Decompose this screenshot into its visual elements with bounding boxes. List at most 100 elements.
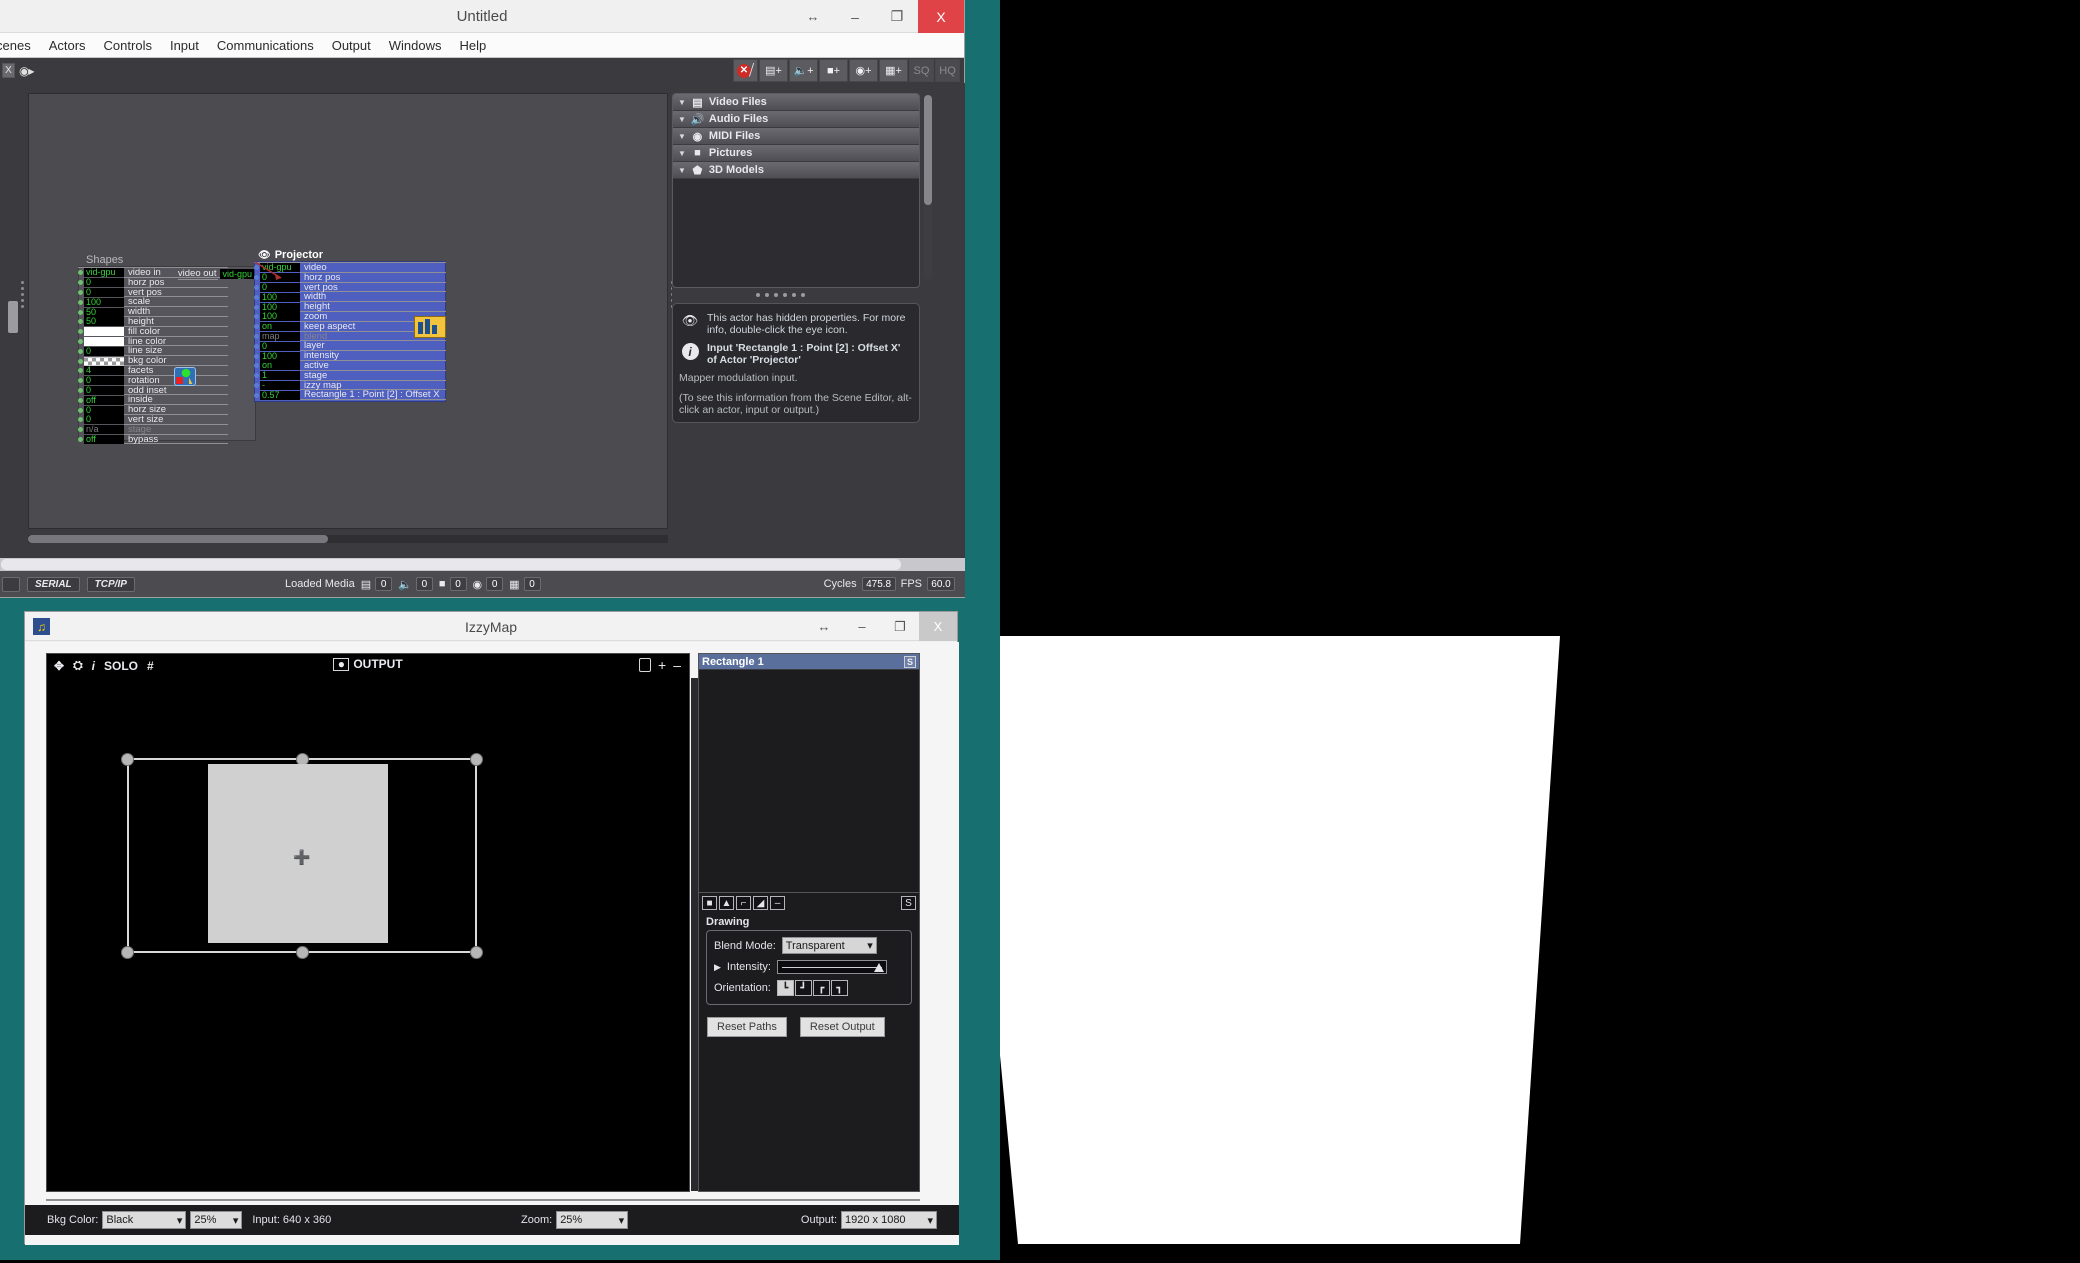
param-row[interactable]: offbypass — [78, 435, 228, 445]
param-port[interactable] — [254, 324, 259, 329]
param-port[interactable] — [254, 354, 259, 359]
quad-handle-tl[interactable] — [121, 753, 134, 766]
tools-solo-button[interactable]: S — [901, 896, 916, 910]
menu-item-scenes[interactable]: cenes — [0, 33, 40, 58]
actor-shapes-output[interactable]: video out vid-gpu — [178, 268, 254, 280]
param-row[interactable]: 0odd inset — [78, 386, 228, 396]
param-port[interactable] — [254, 373, 259, 378]
param-row[interactable]: 0.57Rectangle 1 : Point [2] : Offset X — [254, 390, 446, 400]
chevron-down-icon[interactable]: ▼ — [678, 149, 686, 158]
add-midi-button[interactable]: ◉+ — [849, 59, 878, 82]
intensity-slider[interactable] — [777, 960, 887, 974]
orientation-option-bl[interactable]: ┗ — [777, 980, 794, 996]
shape-list[interactable] — [699, 670, 919, 893]
serial-button[interactable]: SERIAL — [27, 577, 80, 592]
add-audio-button[interactable]: 🔈+ — [789, 59, 818, 82]
add-picture-button[interactable]: ■+ — [819, 59, 848, 82]
param-port[interactable] — [254, 275, 259, 280]
actor-shapes[interactable]: Shapes vid-gpuvideo in0horz pos0vert pos… — [78, 254, 258, 444]
shape-solo-badge[interactable]: S — [904, 656, 916, 668]
param-value[interactable]: 100 — [260, 293, 300, 302]
camera-icon[interactable]: ◉▸ — [19, 64, 34, 78]
param-port[interactable] — [78, 427, 83, 432]
close-button[interactable]: X — [919, 612, 957, 641]
maximize-button[interactable]: ❐ — [876, 0, 918, 33]
param-port[interactable] — [254, 265, 259, 270]
param-value[interactable]: vid-gpu — [84, 268, 124, 277]
param-value[interactable]: 0 — [84, 376, 124, 385]
scene-canvas[interactable]: Shapes vid-gpuvideo in0horz pos0vert pos… — [28, 93, 668, 529]
param-port[interactable] — [78, 349, 83, 354]
param-value[interactable]: map — [260, 332, 300, 341]
param-port[interactable] — [78, 319, 83, 324]
param-port[interactable] — [78, 368, 83, 373]
media-row[interactable]: ▼🔊Audio Files — [673, 111, 919, 128]
eye-icon[interactable]: 👁 — [679, 312, 701, 336]
media-row[interactable]: ▼■Pictures — [673, 145, 919, 162]
param-port[interactable] — [78, 398, 83, 403]
param-port[interactable] — [78, 437, 83, 442]
menu-item-help[interactable]: Help — [451, 33, 496, 58]
orientation-option-tl[interactable]: ┏ — [813, 980, 830, 996]
param-port[interactable] — [254, 393, 259, 398]
zoom-in-button[interactable]: + — [658, 657, 666, 673]
menu-item-output[interactable]: Output — [323, 33, 380, 58]
param-port[interactable] — [254, 295, 259, 300]
scene-horizontal-scrollbar[interactable] — [28, 535, 668, 543]
disable-all-button[interactable]: ✕ ⧸ — [733, 59, 758, 82]
param-value[interactable]: 0 — [84, 415, 124, 424]
output-indicator[interactable]: ● OUTPUT — [333, 657, 402, 671]
square-tool-icon[interactable]: ■ — [702, 896, 717, 910]
param-value[interactable]: 100 — [260, 303, 300, 312]
orientation-option-br[interactable]: ┛ — [795, 980, 812, 996]
bracket-tool-icon[interactable]: ⌐ — [736, 896, 751, 910]
minimize-button[interactable]: – — [843, 612, 881, 641]
param-port[interactable] — [254, 344, 259, 349]
scene-list-scroll-thumb[interactable] — [8, 301, 18, 333]
param-value[interactable] — [84, 357, 124, 366]
param-port[interactable] — [78, 417, 83, 422]
param-value[interactable]: 1 — [260, 371, 300, 380]
menu-item-actors[interactable]: Actors — [40, 33, 95, 58]
mapping-stage[interactable]: ➕ — [47, 678, 689, 1191]
param-port[interactable] — [78, 359, 83, 364]
param-value[interactable]: 0 — [84, 347, 124, 356]
param-port[interactable] — [254, 363, 259, 368]
param-row[interactable]: 0horz pos — [254, 273, 446, 283]
quad-edge-right[interactable] — [475, 758, 477, 953]
param-value[interactable]: off — [84, 435, 124, 444]
param-value[interactable]: 100 — [260, 352, 300, 361]
param-value[interactable]: 0 — [84, 278, 124, 287]
media-row[interactable]: ▼◉MIDI Files — [673, 128, 919, 145]
param-port[interactable] — [254, 305, 259, 310]
param-port[interactable] — [78, 388, 83, 393]
hq-button[interactable]: HQ — [935, 59, 960, 82]
param-port[interactable] — [254, 383, 259, 388]
param-value[interactable]: 100 — [260, 312, 300, 321]
param-port[interactable] — [78, 310, 83, 315]
intensity-disclosure-icon[interactable]: ▶ — [714, 962, 721, 973]
menu-item-controls[interactable]: Controls — [95, 33, 161, 58]
param-value[interactable]: vid-gpu — [260, 263, 300, 272]
param-value[interactable]: on — [260, 322, 300, 331]
param-row[interactable]: 100height — [254, 302, 446, 312]
panel-resize-dots[interactable] — [756, 293, 805, 297]
zoom-out-button[interactable]: – — [673, 657, 681, 673]
media-list[interactable]: ▼▤Video Files▼🔊Audio Files▼◉MIDI Files▼■… — [672, 93, 920, 288]
quad-edge-left[interactable] — [127, 758, 129, 953]
param-value[interactable]: 0 — [260, 342, 300, 351]
freeform-tool-icon[interactable]: ◢ — [753, 896, 768, 910]
param-value[interactable] — [84, 337, 124, 346]
param-row[interactable]: 100intensity — [254, 351, 446, 361]
bkg-color-select[interactable]: Black ▾ — [102, 1211, 186, 1229]
close-scene-button[interactable]: X — [2, 63, 15, 78]
minimize-button[interactable]: – — [834, 0, 876, 33]
param-value[interactable]: 0 — [84, 386, 124, 395]
param-port[interactable] — [78, 378, 83, 383]
eye-icon[interactable]: 👁 — [258, 250, 271, 261]
param-port[interactable] — [78, 300, 83, 305]
param-value[interactable]: 4 — [84, 366, 124, 375]
lock-icon[interactable] — [639, 658, 651, 672]
param-value[interactable]: 50 — [84, 317, 124, 326]
close-button[interactable]: X — [918, 0, 964, 33]
